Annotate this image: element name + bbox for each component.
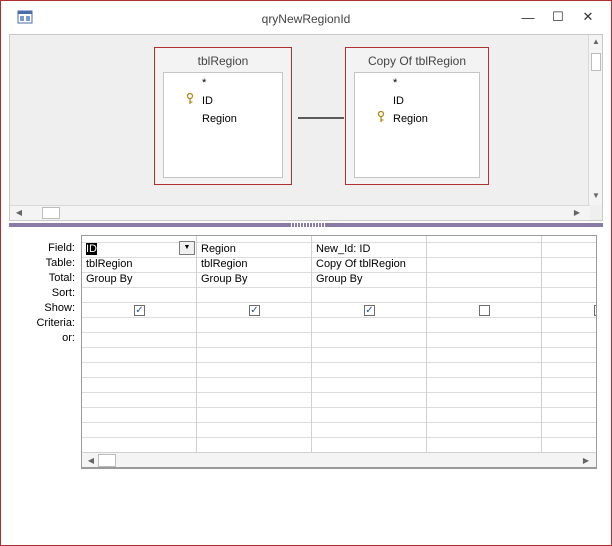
scroll-left-icon[interactable]: ◀: [84, 454, 98, 468]
grid-row-line: [82, 302, 596, 303]
grid-row-line: [82, 362, 596, 363]
grid-cell-table[interactable]: Copy Of tblRegion: [312, 257, 426, 272]
show-checkbox[interactable]: [479, 305, 490, 316]
row-label-sort: Sort:: [51, 287, 75, 299]
title-bar: qryNewRegionId — ☐ ✕: [1, 1, 611, 31]
scroll-up-icon[interactable]: ▲: [589, 35, 603, 49]
grid-cell-table[interactable]: tblRegion: [82, 257, 196, 272]
row-label-show: Show:: [44, 302, 75, 314]
grid-cell-table[interactable]: tblRegion: [197, 257, 311, 272]
grid-horizontal-scrollbar[interactable]: ◀ ▶: [81, 452, 597, 468]
show-checkbox[interactable]: ✓: [249, 305, 260, 316]
table-pane[interactable]: tblRegion * ID Region Copy Of tblRegion …: [9, 34, 603, 221]
pane-splitter[interactable]: [9, 223, 603, 227]
scroll-right-icon[interactable]: ▶: [579, 454, 593, 468]
table-title: Copy Of tblRegion: [367, 54, 467, 68]
scroll-right-icon[interactable]: ▶: [570, 206, 584, 220]
scroll-down-icon[interactable]: ▼: [589, 189, 603, 203]
table-box-tblregion[interactable]: tblRegion * ID Region: [154, 47, 292, 185]
scroll-thumb[interactable]: [42, 207, 60, 219]
grid-row-line: [82, 377, 596, 378]
grid-row-line: [82, 422, 596, 423]
field-item[interactable]: Region: [393, 113, 428, 125]
field-item[interactable]: *: [202, 77, 206, 89]
table-title: tblRegion: [197, 54, 249, 68]
grid-column-line[interactable]: [426, 236, 427, 454]
row-label-field: Field:: [48, 242, 75, 254]
table-pane-vertical-scrollbar[interactable]: ▲ ▼: [588, 35, 602, 205]
scroll-thumb[interactable]: [98, 454, 116, 467]
table-pane-horizontal-scrollbar[interactable]: ◀ ▶: [10, 205, 590, 220]
grid-cell-field[interactable]: New_Id: ID: [312, 242, 426, 257]
scroll-left-icon[interactable]: ◀: [12, 206, 26, 220]
grid-cell-total[interactable]: Group By: [82, 272, 196, 287]
grid-row-line: [82, 407, 596, 408]
dropdown-arrow-icon[interactable]: ▼: [179, 241, 195, 255]
field-item[interactable]: ID: [393, 95, 404, 107]
splitter-grip[interactable]: [291, 223, 327, 227]
grid-row-line: [82, 437, 596, 438]
scroll-thumb[interactable]: [591, 53, 601, 71]
field-list[interactable]: * ID Region: [354, 72, 480, 178]
field-item[interactable]: *: [393, 77, 397, 89]
maximize-button[interactable]: ☐: [545, 7, 571, 27]
grid-row-line: [82, 317, 596, 318]
join-line[interactable]: [298, 117, 344, 119]
show-checkbox[interactable]: ✓: [364, 305, 375, 316]
grid-row-line: [82, 347, 596, 348]
table-box-copy-of-tblregion[interactable]: Copy Of tblRegion * ID Region: [345, 47, 489, 185]
query-design-grid[interactable]: ID tblRegion Group By ✓ Region tblRegion…: [81, 235, 597, 469]
field-value-selected[interactable]: ID: [86, 243, 97, 255]
minimize-button[interactable]: —: [515, 7, 541, 27]
grid-cell-field[interactable]: Region: [197, 242, 311, 257]
row-label-criteria: Criteria:: [36, 317, 75, 329]
show-checkbox[interactable]: ✓: [134, 305, 145, 316]
query-design-window: qryNewRegionId — ☐ ✕ tblRegion * ID Regi…: [0, 0, 612, 546]
field-list[interactable]: * ID Region: [163, 72, 283, 178]
row-label-total: Total:: [48, 272, 75, 284]
grid-row-line: [82, 392, 596, 393]
grid-cell-total[interactable]: Group By: [197, 272, 311, 287]
row-label-table: Table:: [45, 257, 75, 269]
grid-row-line: [82, 287, 596, 288]
field-item[interactable]: ID: [202, 95, 213, 107]
show-checkbox-partial[interactable]: [594, 305, 596, 316]
field-item[interactable]: Region: [202, 113, 237, 125]
primary-key-icon: [186, 93, 194, 104]
primary-key-icon: [377, 111, 385, 122]
grid-row-line: [82, 332, 596, 333]
grid-cell-total[interactable]: Group By: [312, 272, 426, 287]
row-label-or: or:: [62, 332, 75, 344]
grid-column-line[interactable]: [541, 236, 542, 454]
close-button[interactable]: ✕: [575, 7, 601, 27]
